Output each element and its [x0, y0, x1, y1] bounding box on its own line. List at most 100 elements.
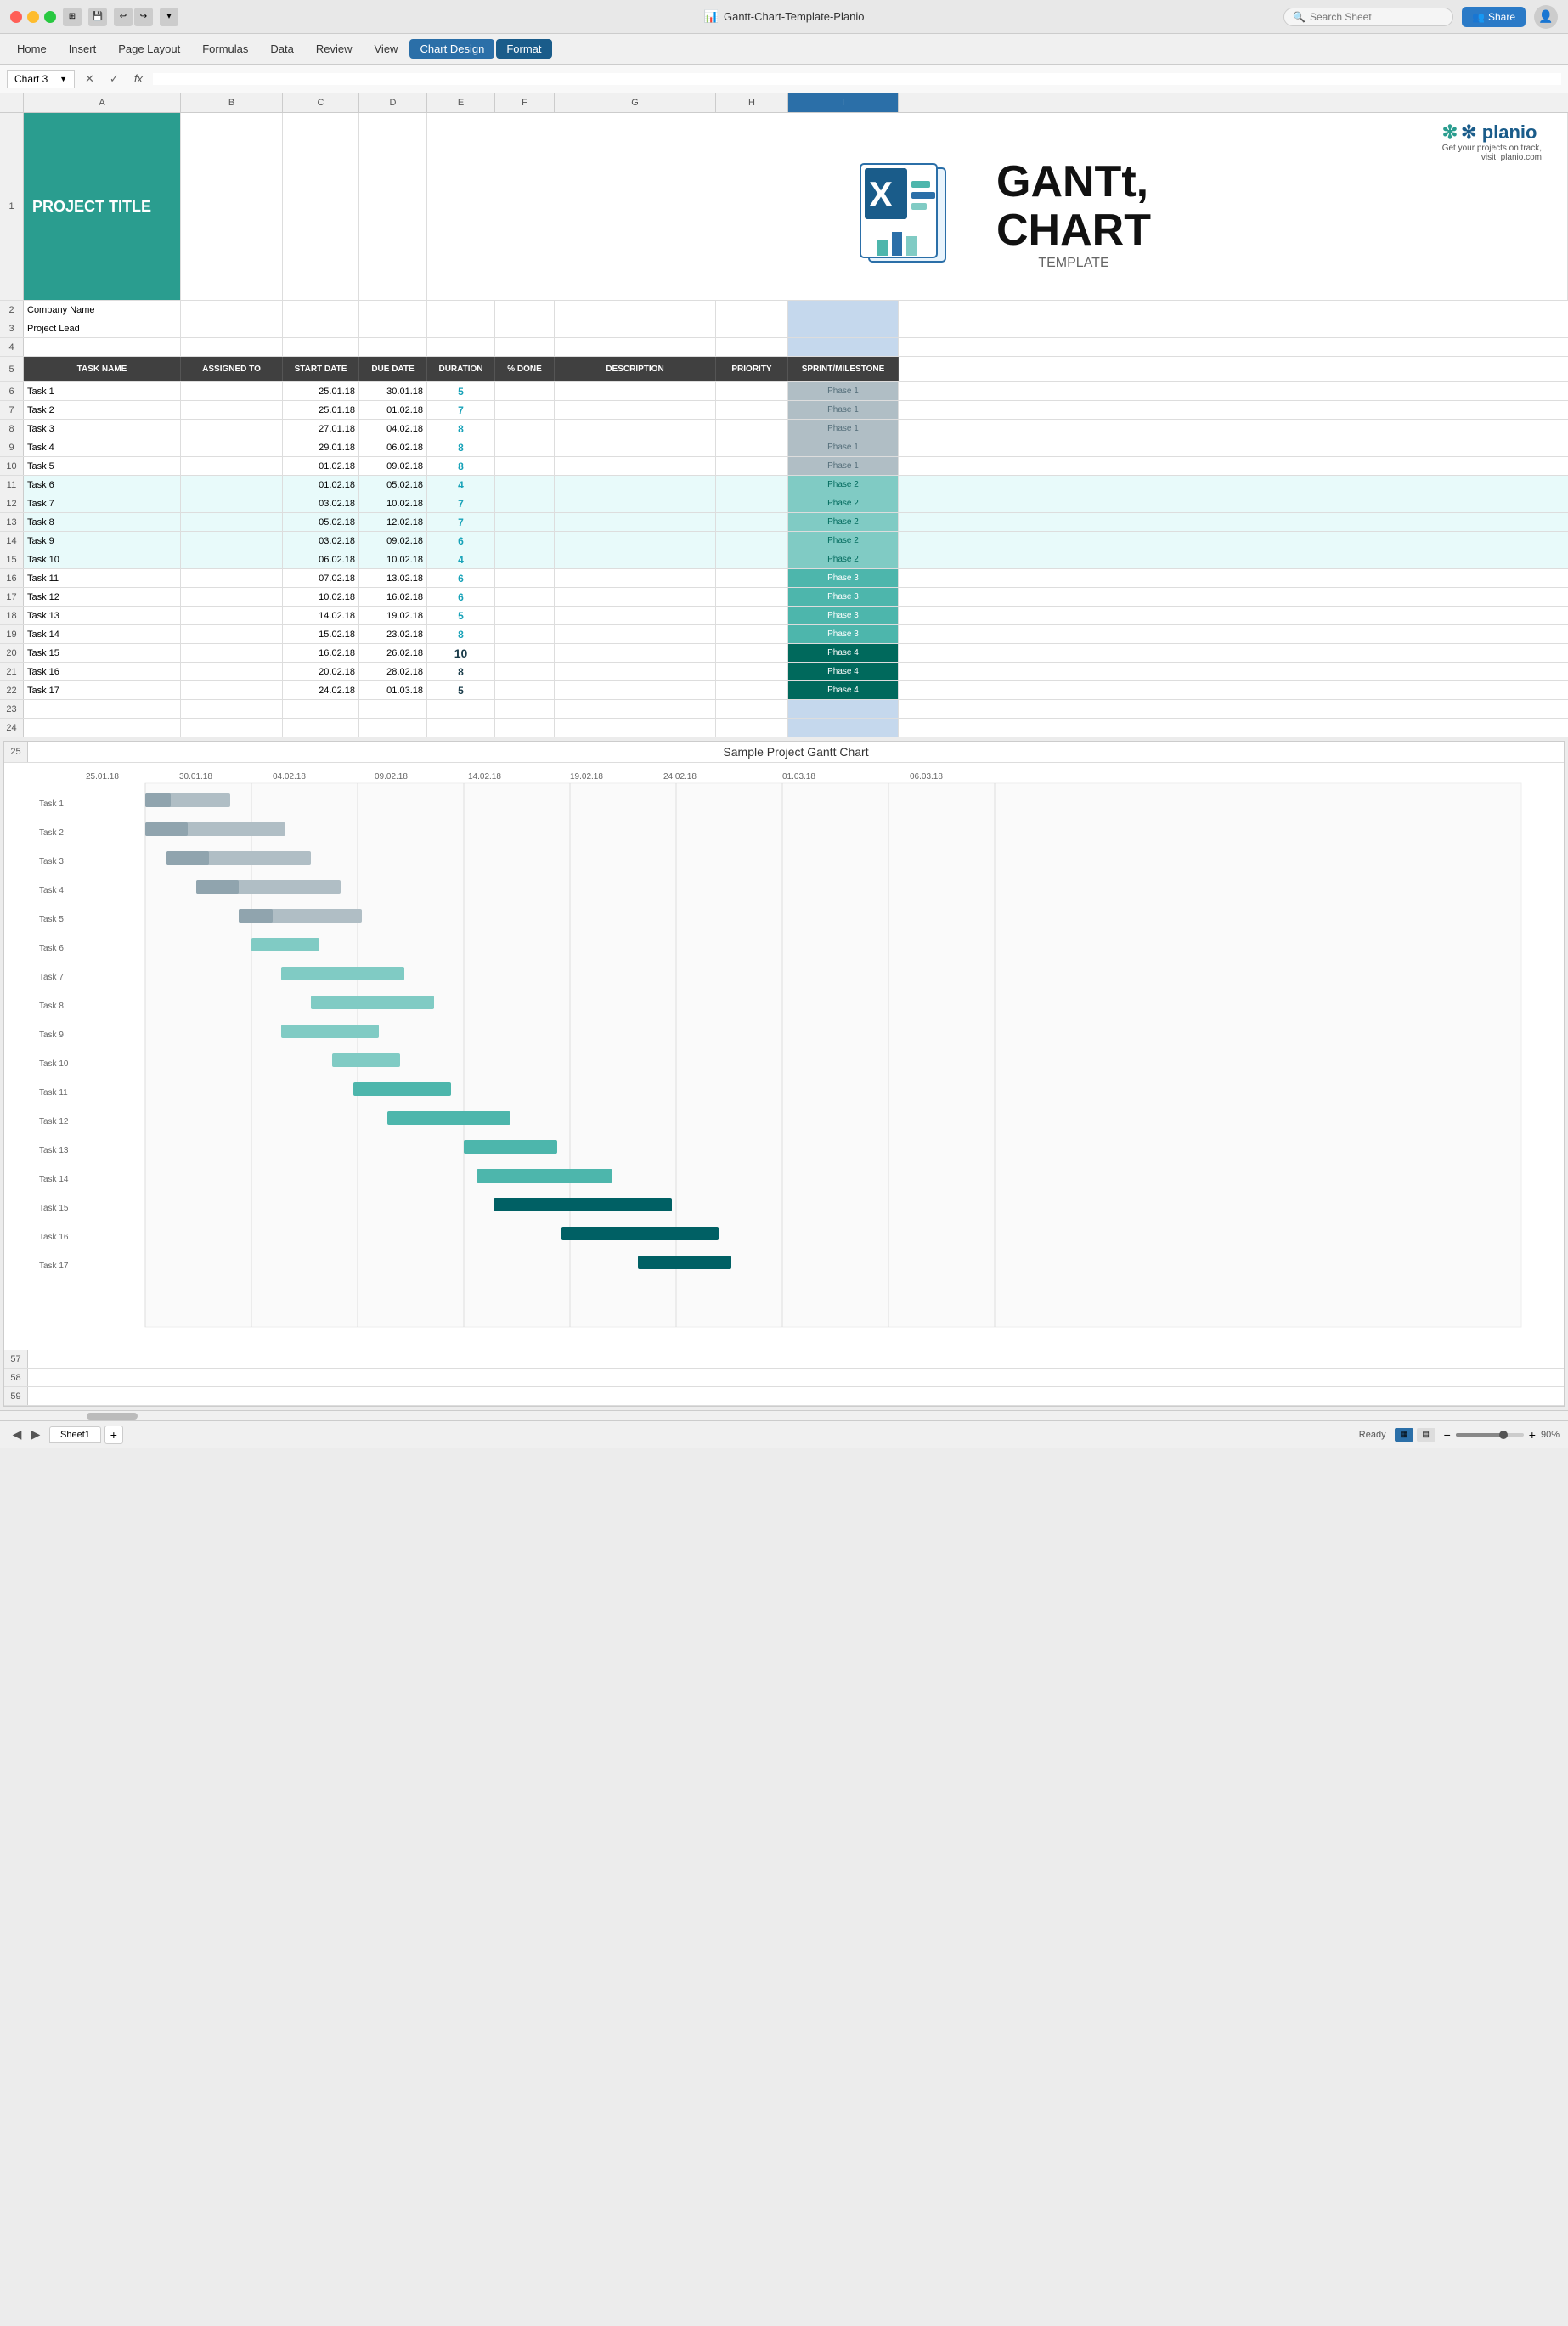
cancel-formula-button[interactable]: ✕ [80, 71, 99, 88]
cell-17-B[interactable] [181, 588, 283, 606]
cell-4-C[interactable] [283, 338, 359, 356]
cell-58[interactable] [28, 1369, 1564, 1386]
cell-18-C[interactable]: 14.02.18 [283, 607, 359, 624]
cell-5-B[interactable]: ASSIGNED TO [181, 357, 283, 381]
sheet-tab-1[interactable]: Sheet1 [49, 1426, 101, 1443]
cell-5-H[interactable]: PRIORITY [716, 357, 788, 381]
col-header-F[interactable]: F [495, 93, 555, 112]
cell-6-C[interactable]: 25.01.18 [283, 382, 359, 400]
cell-11-F[interactable] [495, 476, 555, 494]
cell-15-B[interactable] [181, 550, 283, 568]
cell-20-F[interactable] [495, 644, 555, 662]
cell-19-B[interactable] [181, 625, 283, 643]
cell-10-H[interactable] [716, 457, 788, 475]
cell-23-F[interactable] [495, 700, 555, 718]
sheet-nav-left[interactable]: ◀ [8, 1426, 25, 1443]
cell-9-A[interactable]: Task 4 [24, 438, 181, 456]
cell-22-E[interactable]: 5 [427, 681, 495, 699]
col-header-H[interactable]: H [716, 93, 788, 112]
cell-8-G[interactable] [555, 420, 716, 438]
cell-16-G[interactable] [555, 569, 716, 587]
cell-4-H[interactable] [716, 338, 788, 356]
cell-16-F[interactable] [495, 569, 555, 587]
cell-2-B[interactable] [181, 301, 283, 319]
cell-9-E[interactable]: 8 [427, 438, 495, 456]
menu-formulas[interactable]: Formulas [192, 39, 258, 59]
menu-home[interactable]: Home [7, 39, 57, 59]
cell-1-A[interactable]: PROJECT TITLE [24, 113, 181, 300]
cell-23-E[interactable] [427, 700, 495, 718]
col-header-B[interactable]: B [181, 93, 283, 112]
cell-reference[interactable]: Chart 3 ▼ [7, 70, 75, 88]
cell-22-D[interactable]: 01.03.18 [359, 681, 427, 699]
cell-10-F[interactable] [495, 457, 555, 475]
cell-11-E[interactable]: 4 [427, 476, 495, 494]
cell-9-F[interactable] [495, 438, 555, 456]
confirm-formula-button[interactable]: ✓ [104, 71, 124, 88]
cell-24-D[interactable] [359, 719, 427, 737]
cell-23-D[interactable] [359, 700, 427, 718]
cell-23-A[interactable] [24, 700, 181, 718]
cell-19-H[interactable] [716, 625, 788, 643]
col-header-I[interactable]: I [788, 93, 899, 112]
cell-4-G[interactable] [555, 338, 716, 356]
cell-3-D[interactable] [359, 319, 427, 337]
cell-19-D[interactable]: 23.02.18 [359, 625, 427, 643]
cell-10-E[interactable]: 8 [427, 457, 495, 475]
cell-18-F[interactable] [495, 607, 555, 624]
cell-8-E[interactable]: 8 [427, 420, 495, 438]
cell-14-C[interactable]: 03.02.18 [283, 532, 359, 550]
cell-20-H[interactable] [716, 644, 788, 662]
menu-view[interactable]: View [364, 39, 409, 59]
cell-11-H[interactable] [716, 476, 788, 494]
cell-11-D[interactable]: 05.02.18 [359, 476, 427, 494]
col-header-C[interactable]: C [283, 93, 359, 112]
cell-11-B[interactable] [181, 476, 283, 494]
cell-22-C[interactable]: 24.02.18 [283, 681, 359, 699]
cell-8-A[interactable]: Task 3 [24, 420, 181, 438]
cell-6-I[interactable]: Phase 1 [788, 382, 899, 400]
cell-5-D[interactable]: DUE DATE [359, 357, 427, 381]
cell-4-B[interactable] [181, 338, 283, 356]
cell-14-F[interactable] [495, 532, 555, 550]
cell-3-A[interactable]: Project Lead [24, 319, 181, 337]
cell-6-B[interactable] [181, 382, 283, 400]
cell-23-C[interactable] [283, 700, 359, 718]
menu-insert[interactable]: Insert [59, 39, 107, 59]
cell-17-I[interactable]: Phase 3 [788, 588, 899, 606]
cell-14-G[interactable] [555, 532, 716, 550]
cell-7-F[interactable] [495, 401, 555, 419]
cell-4-A[interactable] [24, 338, 181, 356]
cell-22-B[interactable] [181, 681, 283, 699]
cell-6-E[interactable]: 5 [427, 382, 495, 400]
cell-24-I[interactable] [788, 719, 899, 737]
cell-15-F[interactable] [495, 550, 555, 568]
cell-18-G[interactable] [555, 607, 716, 624]
cell-24-C[interactable] [283, 719, 359, 737]
zoom-out-button[interactable]: − [1444, 1428, 1451, 1442]
cell-10-A[interactable]: Task 5 [24, 457, 181, 475]
cell-15-H[interactable] [716, 550, 788, 568]
cell-17-G[interactable] [555, 588, 716, 606]
cell-10-B[interactable] [181, 457, 283, 475]
cell-6-H[interactable] [716, 382, 788, 400]
cell-21-G[interactable] [555, 663, 716, 680]
cell-13-I[interactable]: Phase 2 [788, 513, 899, 531]
cell-21-E[interactable]: 8 [427, 663, 495, 680]
cell-1-C[interactable] [283, 113, 359, 300]
cell-3-F[interactable] [495, 319, 555, 337]
cell-12-G[interactable] [555, 494, 716, 512]
cell-13-G[interactable] [555, 513, 716, 531]
layout-view-icon[interactable]: ▤ [1417, 1428, 1435, 1442]
cell-21-B[interactable] [181, 663, 283, 680]
sheet-nav-right[interactable]: ▶ [27, 1426, 44, 1443]
col-header-G[interactable]: G [555, 93, 716, 112]
cell-20-I[interactable]: Phase 4 [788, 644, 899, 662]
cell-10-G[interactable] [555, 457, 716, 475]
cell-12-A[interactable]: Task 7 [24, 494, 181, 512]
cell-16-C[interactable]: 07.02.18 [283, 569, 359, 587]
cell-8-C[interactable]: 27.01.18 [283, 420, 359, 438]
horizontal-scrollbar[interactable] [0, 1410, 1568, 1420]
cell-10-I[interactable]: Phase 1 [788, 457, 899, 475]
cell-7-E[interactable]: 7 [427, 401, 495, 419]
